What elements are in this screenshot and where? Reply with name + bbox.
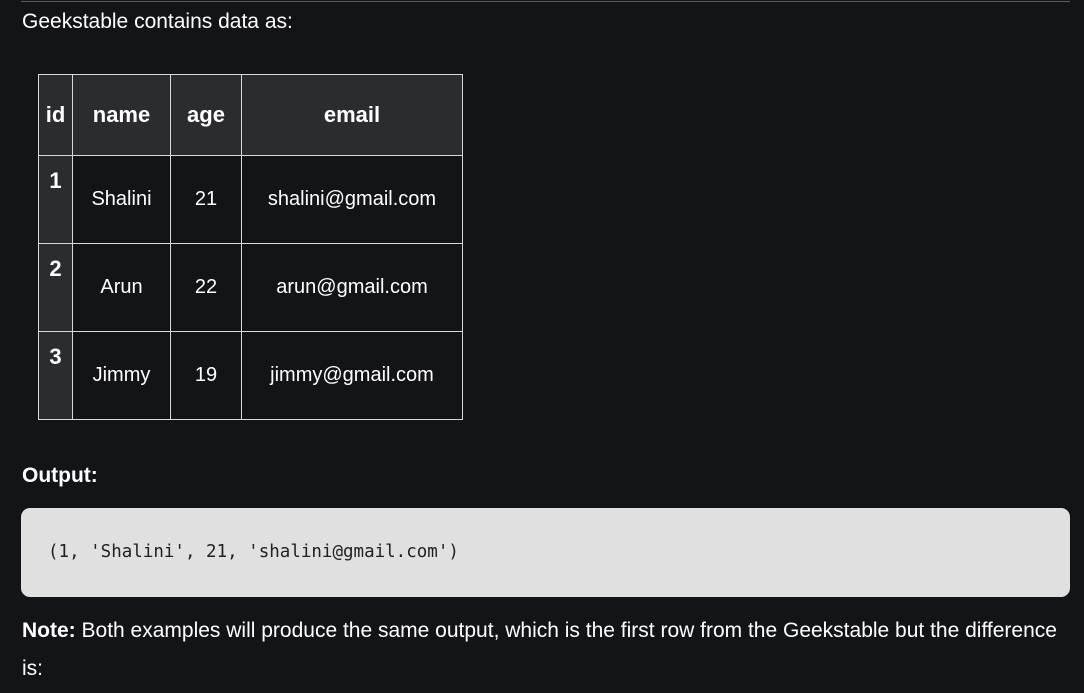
table-row: 1 Shalini 21 shalini@gmail.com	[38, 155, 463, 244]
email-cell: jimmy@gmail.com	[241, 331, 463, 420]
email-cell: shalini@gmail.com	[241, 155, 463, 244]
table-row: 3 Jimmy 19 jimmy@gmail.com	[38, 331, 463, 420]
row-id-cell: 3	[38, 331, 73, 420]
age-cell: 21	[170, 155, 242, 244]
name-cell: Arun	[72, 243, 171, 332]
note-paragraph: Note: Both examples will produce the sam…	[22, 612, 1072, 688]
table-row: 2 Arun 22 arun@gmail.com	[38, 243, 463, 332]
column-header-id: id	[38, 74, 73, 156]
name-cell: Jimmy	[72, 331, 171, 420]
row-id-cell: 2	[38, 243, 73, 332]
age-cell: 22	[170, 243, 242, 332]
note-label: Note:	[22, 619, 76, 642]
article-page: Geekstable contains data as: id name age…	[0, 0, 1084, 693]
age-cell: 19	[170, 331, 242, 420]
column-header-email: email	[241, 74, 463, 156]
code-output-block: (1, 'Shalini', 21, 'shalini@gmail.com')	[21, 508, 1070, 597]
geekstable-table: id name age email 1 Shalini 21 shalini@g…	[38, 74, 463, 420]
email-cell: arun@gmail.com	[241, 243, 463, 332]
note-text: Both examples will produce the same outp…	[22, 619, 1057, 680]
code-output-text: (1, 'Shalini', 21, 'shalini@gmail.com')	[48, 542, 459, 562]
table-header-row: id name age email	[38, 74, 463, 156]
row-id-cell: 1	[38, 155, 73, 244]
intro-paragraph: Geekstable contains data as:	[22, 10, 293, 33]
name-cell: Shalini	[72, 155, 171, 244]
column-header-name: name	[72, 74, 171, 156]
output-heading: Output:	[22, 464, 98, 487]
top-divider	[21, 0, 1070, 2]
column-header-age: age	[170, 74, 242, 156]
